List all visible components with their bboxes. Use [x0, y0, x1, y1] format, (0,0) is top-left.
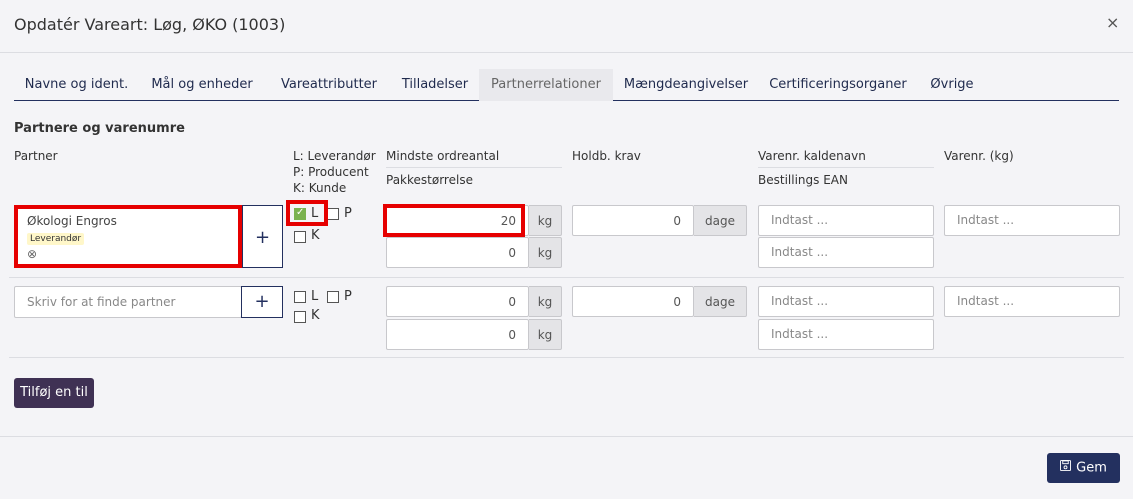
legend-k: K: Kunde	[293, 181, 347, 195]
checkbox-k[interactable]	[294, 311, 306, 323]
floppy-disk-icon	[1060, 453, 1072, 483]
col-shelf-life: Holdb. krav	[572, 149, 641, 163]
pack-size-unit: kg	[529, 237, 562, 268]
item-kg-input[interactable]: Indtast ...	[944, 205, 1120, 236]
min-order-unit: kg	[529, 286, 562, 317]
call-name-input[interactable]: Indtast ...	[758, 205, 934, 236]
item-kg-input[interactable]: Indtast ...	[944, 286, 1120, 317]
col-order-ean: Bestillings EAN	[758, 173, 848, 187]
shelf-life-input[interactable]: 0	[572, 205, 694, 236]
tab-partnerrelationer[interactable]: Partnerrelationer	[479, 69, 613, 101]
pack-size-unit: kg	[529, 319, 562, 350]
save-button[interactable]: Gem	[1047, 453, 1120, 483]
tab-maal[interactable]: Mål og enheder	[141, 69, 263, 100]
tab-certificeringsorganer[interactable]: Certificeringsorganer	[760, 69, 916, 100]
col-item-kg: Varenr. (kg)	[944, 149, 1014, 163]
add-partner-button[interactable]: +	[242, 205, 283, 268]
role-legend: L: Leverandør P: Producent K: Kunde	[293, 148, 376, 196]
order-ean-input[interactable]: Indtast ...	[758, 237, 934, 268]
checkbox-l-label: L	[311, 289, 319, 304]
row-divider	[9, 357, 1124, 358]
footer-divider	[0, 436, 1133, 437]
checkbox-k-label: K	[311, 228, 320, 243]
checkbox-k-label: K	[311, 308, 320, 323]
col-min-order: Mindste ordreantal	[386, 149, 500, 163]
checkbox-k[interactable]	[294, 231, 306, 243]
col-divider	[758, 167, 934, 168]
partner-search-input[interactable]: Skriv for at finde partner	[14, 286, 242, 318]
col-pack-size: Pakkestørrelse	[386, 173, 473, 187]
min-order-unit: kg	[529, 205, 562, 236]
checkbox-p-label: P	[344, 206, 352, 221]
checkbox-l[interactable]	[294, 291, 306, 303]
legend-l: L: Leverandør	[293, 149, 376, 163]
section-title: Partnere og varenumre	[14, 121, 185, 136]
tab-maengdeangivelser[interactable]: Mængdeangivelser	[614, 69, 758, 100]
tab-navne[interactable]: Navne og ident.	[14, 69, 139, 100]
order-ean-input[interactable]: Indtast ...	[758, 319, 934, 350]
call-name-input[interactable]: Indtast ...	[758, 286, 934, 317]
checkbox-p[interactable]	[327, 208, 339, 220]
tab-vareattributter[interactable]: Vareattributter	[266, 69, 392, 100]
tab-oevrige[interactable]: Øvrige	[918, 69, 986, 100]
col-call-name: Varenr. kaldenavn	[758, 149, 866, 163]
shelf-life-unit: dage	[694, 286, 747, 317]
header-divider	[0, 52, 1133, 53]
pack-size-input[interactable]: 0	[386, 319, 529, 350]
col-divider	[386, 167, 562, 168]
pack-size-input[interactable]: 0	[386, 237, 529, 268]
add-partner-button[interactable]: +	[241, 286, 283, 318]
col-partner: Partner	[14, 149, 58, 163]
highlight-box	[383, 204, 525, 237]
shelf-life-unit: dage	[694, 205, 747, 236]
row-divider	[9, 277, 1124, 278]
highlight-box	[14, 205, 242, 268]
tab-bar: Navne og ident. Mål og enheder Vareattri…	[14, 69, 1119, 101]
save-label: Gem	[1076, 460, 1107, 476]
close-icon[interactable]: ×	[1106, 13, 1119, 32]
add-row-button[interactable]: Tilføj en til	[14, 378, 94, 408]
highlight-box	[286, 200, 328, 226]
checkbox-p-label: P	[344, 289, 352, 304]
legend-p: P: Producent	[293, 165, 369, 179]
shelf-life-input[interactable]: 0	[572, 286, 694, 317]
dialog-title: Opdatér Vareart: Løg, ØKO (1003)	[14, 15, 286, 34]
min-order-input[interactable]: 0	[386, 286, 529, 317]
checkbox-p[interactable]	[327, 291, 339, 303]
tab-tilladelser[interactable]: Tilladelser	[392, 69, 478, 100]
